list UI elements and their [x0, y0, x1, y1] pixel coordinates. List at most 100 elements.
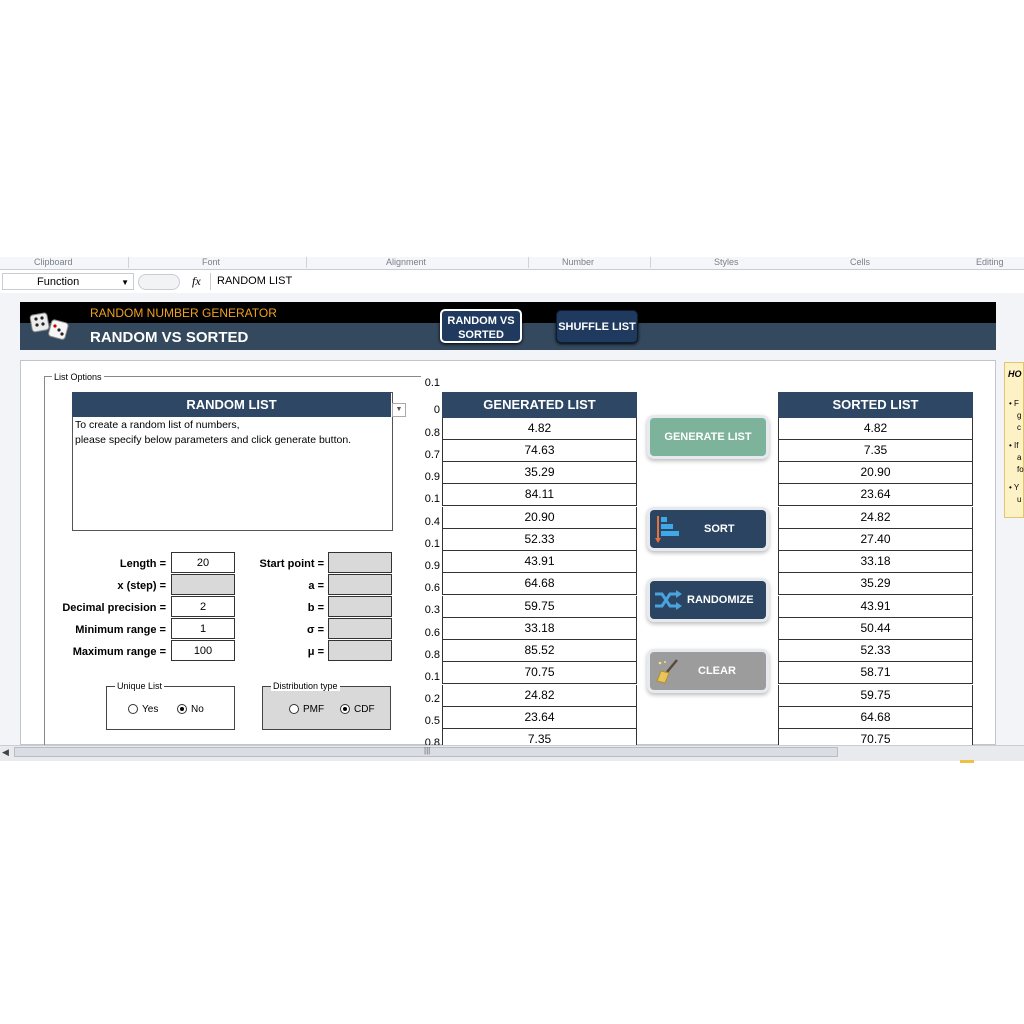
- chevron-down-icon[interactable]: ▼: [392, 403, 406, 417]
- ribbon-group-strip: Clipboard Font Alignment Number Styles C…: [0, 257, 1024, 270]
- sort-label: SORT: [704, 523, 735, 535]
- generated-list-cell[interactable]: 52.33: [442, 529, 637, 551]
- shuffle-list-button[interactable]: SHUFFLE LIST: [556, 310, 638, 343]
- generated-list-cell[interactable]: 59.75: [442, 596, 637, 618]
- generated-list-cell[interactable]: 4.82: [442, 418, 637, 440]
- minimum-range-label: Minimum range =: [75, 624, 166, 636]
- distribution-type-title: Distribution type: [271, 681, 340, 691]
- how-to-bullet-text: c: [1017, 423, 1021, 432]
- generated-list-cell[interactable]: 85.52: [442, 640, 637, 662]
- length-field[interactable]: 20: [171, 552, 235, 573]
- formula-cancel-enter-control[interactable]: [138, 274, 180, 290]
- how-to-bullet: • Y: [1009, 483, 1020, 492]
- probability-value: 0.1: [424, 493, 440, 505]
- ribbon-group-clipboard: Clipboard: [34, 257, 73, 267]
- ribbon-divider: [128, 257, 129, 268]
- probability-value: 0.6: [424, 627, 440, 639]
- cdf-label: CDF: [354, 704, 375, 715]
- generated-list-cell[interactable]: 74.63: [442, 440, 637, 462]
- pmf-radio[interactable]: PMF: [289, 704, 324, 715]
- probability-value: 0.9: [424, 560, 440, 572]
- generated-list-cell[interactable]: 24.82: [442, 685, 637, 707]
- sorted-list-cell[interactable]: 64.68: [778, 707, 973, 729]
- scrollbar-grip-icon: |||: [424, 746, 431, 755]
- shuffle-icon: [654, 589, 682, 614]
- formula-input[interactable]: RANDOM LIST: [210, 273, 1017, 290]
- probability-value: 0.3: [424, 604, 440, 616]
- unique-list-group: [106, 686, 235, 730]
- mu-field[interactable]: [328, 640, 392, 661]
- cdf-radio[interactable]: CDF: [340, 704, 375, 715]
- sorted-list-cell[interactable]: 33.18: [778, 551, 973, 573]
- b-field[interactable]: [328, 596, 392, 617]
- maximum-range-label: Maximum range =: [72, 646, 166, 658]
- radio-on-icon: [177, 704, 187, 715]
- radio-off-icon: [289, 704, 299, 715]
- insert-function-icon[interactable]: fx: [192, 274, 201, 289]
- how-to-bullet-text: If: [1014, 441, 1019, 450]
- ribbon-group-alignment: Alignment: [386, 257, 427, 267]
- sorted-list-header: SORTED LIST: [778, 392, 973, 418]
- how-to-title: HO: [1008, 369, 1022, 379]
- generated-list-cell[interactable]: 33.18: [442, 618, 637, 640]
- random-vs-sorted-label-1: RANDOM VS: [447, 315, 515, 327]
- name-box-value: Function: [37, 276, 80, 288]
- radio-off-icon: [128, 704, 138, 715]
- generated-list-cell[interactable]: 35.29: [442, 462, 637, 484]
- b-label: b =: [307, 602, 324, 614]
- random-vs-sorted-button[interactable]: RANDOM VS SORTED: [440, 309, 522, 343]
- how-to-bullet-text: fo: [1017, 465, 1024, 474]
- how-to-bullet-text: g: [1017, 411, 1022, 420]
- generated-list-cell[interactable]: 43.91: [442, 551, 637, 573]
- clear-button[interactable]: CLEAR: [650, 652, 766, 690]
- sorted-list-cell[interactable]: 4.82: [778, 418, 973, 440]
- chevron-down-icon[interactable]: ▼: [121, 274, 129, 291]
- sorted-list-cell[interactable]: 58.71: [778, 662, 973, 684]
- sorted-list-cell[interactable]: 50.44: [778, 618, 973, 640]
- probability-value: 0: [433, 404, 440, 416]
- name-box[interactable]: Function ▼: [2, 273, 134, 290]
- step-field[interactable]: [171, 574, 235, 595]
- generate-list-button[interactable]: GENERATE LIST: [650, 418, 766, 456]
- a-field[interactable]: [328, 574, 392, 595]
- status-indicator: [960, 760, 974, 763]
- sorted-list-cell[interactable]: 59.75: [778, 685, 973, 707]
- sorted-list-cell[interactable]: 52.33: [778, 640, 973, 662]
- sorted-list-cell[interactable]: 27.40: [778, 529, 973, 551]
- generated-list-cell[interactable]: 70.75: [442, 662, 637, 684]
- maximum-range-field[interactable]: 100: [171, 640, 235, 661]
- generated-list-cell[interactable]: 84.11: [442, 484, 637, 506]
- probability-value: 0.2: [424, 693, 440, 705]
- app-subtitle: RANDOM NUMBER GENERATOR: [90, 306, 277, 320]
- random-vs-sorted-label-2: SORTED: [458, 329, 504, 341]
- random-list-description-line: please specify below parameters and clic…: [75, 434, 352, 446]
- generated-list-cell[interactable]: 20.90: [442, 507, 637, 529]
- sorted-list-cell[interactable]: 23.64: [778, 484, 973, 506]
- ribbon-divider: [650, 257, 651, 268]
- generated-list-header: GENERATED LIST: [442, 392, 637, 418]
- how-to-bullet: • If: [1009, 441, 1019, 450]
- decimal-precision-field[interactable]: 2: [171, 596, 235, 617]
- start-point-field[interactable]: [328, 552, 392, 573]
- randomize-button[interactable]: RANDOMIZE: [650, 581, 766, 619]
- sorted-list-cell[interactable]: 24.82: [778, 507, 973, 529]
- sorted-list-cell[interactable]: 20.90: [778, 462, 973, 484]
- generated-list-cell[interactable]: 64.68: [442, 573, 637, 595]
- sorted-list-cell[interactable]: 35.29: [778, 573, 973, 595]
- sorted-list-cell[interactable]: 43.91: [778, 596, 973, 618]
- sorted-list-cell[interactable]: 7.35: [778, 440, 973, 462]
- how-to-bullet-text: u: [1017, 495, 1022, 504]
- unique-list-title: Unique List: [115, 681, 165, 691]
- unique-no-radio[interactable]: No: [177, 704, 204, 715]
- generated-list-cell[interactable]: 23.64: [442, 707, 637, 729]
- scroll-left-arrow-icon[interactable]: ◀: [2, 747, 9, 758]
- unique-no-label: No: [191, 704, 204, 715]
- how-to-bullet-text: F: [1014, 399, 1019, 408]
- sigma-field[interactable]: [328, 618, 392, 639]
- minimum-range-field[interactable]: 1: [171, 618, 235, 639]
- probability-value: 0.1: [424, 377, 440, 389]
- pmf-label: PMF: [303, 704, 325, 715]
- sort-button[interactable]: SORT: [650, 510, 766, 548]
- step-label: x (step) =: [117, 580, 166, 592]
- unique-yes-radio[interactable]: Yes: [128, 704, 158, 715]
